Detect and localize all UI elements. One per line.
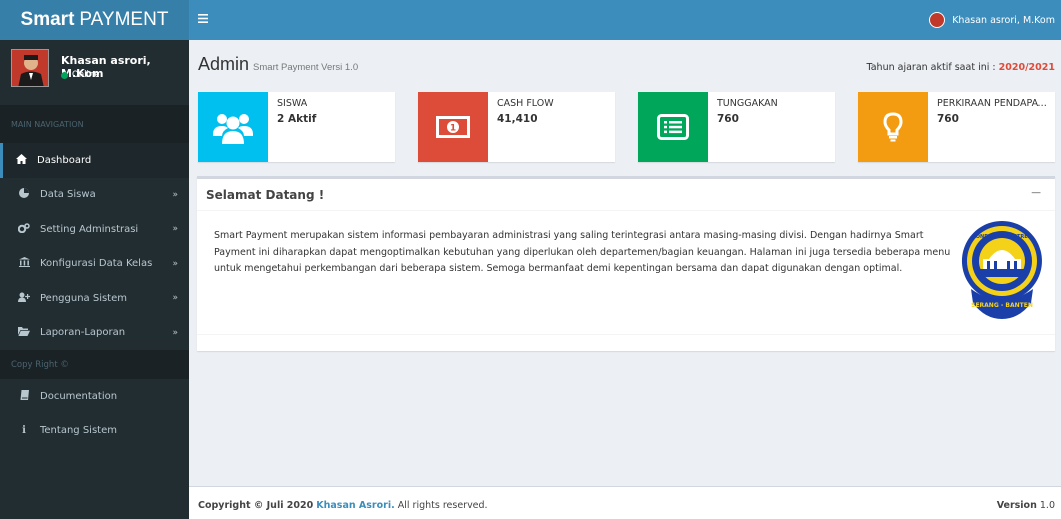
collapse-minus-icon[interactable]: −: [1030, 185, 1042, 201]
info-box-perkiraan-pendapatan: PERKIRAAN PENDAPATAN 760: [858, 92, 1055, 162]
chevron-down-icon: »: [172, 327, 178, 338]
chevron-down-icon: »: [172, 258, 178, 269]
sidebar-item-label: Tentang Sistem: [40, 425, 117, 437]
chevron-down-icon: »: [172, 293, 178, 304]
info-box-value: 760: [717, 113, 739, 125]
content-wrapper: Admin Smart Payment Versi 1.0 Tahun ajara…: [189, 40, 1061, 486]
welcome-box: Selamat Datang ! − Smart Payment merupak…: [197, 176, 1055, 351]
main-nav-header: MAIN NAVIGATION: [0, 105, 189, 143]
top-navbar: Khasan asrori, M.Kom: [189, 0, 1061, 40]
page-title: Admin Smart Payment Versi 1.0: [198, 54, 358, 75]
svg-text:1: 1: [450, 124, 456, 134]
footer-copyright: Copyright © Juli 2020 Khasan Asrori. All…: [198, 500, 488, 511]
info-box-value: 760: [937, 113, 959, 125]
page-subtitle: Smart Payment Versi 1.0: [253, 62, 359, 73]
sidebar-item-label: Konfigurasi Data Kelas: [40, 258, 153, 270]
hamburger-icon: [198, 14, 208, 23]
logo-rest: PAYMENT: [79, 9, 169, 30]
sidebar-toggle-button[interactable]: [198, 11, 208, 27]
footer-author-link[interactable]: Khasan Asrori.: [316, 500, 394, 511]
sidebar-item-label: Pengguna Sistem: [40, 292, 127, 304]
welcome-title: Selamat Datang !: [206, 188, 325, 202]
sidebar-item-label: Data Siswa: [40, 189, 96, 201]
footer-version-value: 1.0: [1039, 500, 1055, 511]
lightbulb-icon: [858, 92, 928, 162]
sidebar-item-konfigurasi-data-kelas[interactable]: Konfigurasi Data Kelas »: [0, 247, 189, 282]
footer-copyright-prefix: Copyright © Juli 2020: [198, 500, 314, 511]
sidebar-item-label: Laporan-Laporan: [40, 327, 126, 339]
user-avatar: [11, 49, 49, 87]
info-box-cash-flow: 1 CASH FLOW 41,410: [418, 92, 615, 162]
academic-year: Tahun ajaran aktif saat ini : 2020/2021: [867, 62, 1056, 73]
user-plus-icon: [17, 292, 31, 305]
bank-icon: [17, 257, 31, 270]
sidebar-item-laporan-laporan[interactable]: Laporan-Laporan »: [0, 316, 189, 351]
academic-year-value: 2020/2021: [998, 62, 1055, 73]
top-user-avatar: [929, 12, 946, 28]
divider: [197, 210, 1055, 211]
pesantren-seal-logo: PONDOK PESANTREN SERANG - BANTEN: [959, 219, 1045, 321]
svg-text:PONDOK PESANTREN: PONDOK PESANTREN: [972, 234, 1032, 240]
users-icon: [198, 92, 268, 162]
sidebar-item-documentation[interactable]: Documentation: [0, 379, 189, 414]
info-box-label: TUNGGAKAN: [717, 98, 778, 109]
sidebar-item-setting-adminstrasi[interactable]: Setting Adminstrasi »: [0, 212, 189, 247]
academic-year-label: Tahun ajaran aktif saat ini :: [866, 62, 996, 73]
money-icon: 1: [418, 92, 488, 162]
chevron-down-icon: »: [172, 189, 178, 200]
pie-chart-icon: [17, 188, 31, 201]
book-icon: [17, 389, 31, 403]
sidebar-item-label: Setting Adminstrasi: [40, 223, 139, 235]
info-icon: i: [22, 425, 26, 437]
sidebar-item-label: Dashboard: [37, 154, 92, 166]
copyright-header: Copy Right ©: [0, 350, 189, 379]
info-box-tunggakan: TUNGGAKAN 760: [638, 92, 835, 162]
info-box-label: SISWA: [277, 98, 308, 109]
footer-version: Version 1.0: [997, 500, 1055, 511]
list-icon: [638, 92, 708, 162]
sidebar-item-label: Documentation: [40, 390, 118, 402]
info-box-value: 41,410: [497, 113, 538, 125]
welcome-text: Smart Payment merupakan sistem informasi…: [214, 230, 951, 274]
sidebar-item-tentang-sistem[interactable]: i Tentang Sistem: [0, 414, 189, 449]
page-title-text: Admin: [198, 54, 250, 74]
folder-open-icon: [17, 326, 31, 339]
info-box-siswa: SISWA 2 Aktif: [198, 92, 395, 162]
online-dot-icon: [61, 71, 68, 79]
svg-text:SERANG - BANTEN: SERANG - BANTEN: [971, 302, 1033, 309]
footer: Copyright © Juli 2020 Khasan Asrori. All…: [189, 486, 1061, 519]
chevron-down-icon: »: [172, 224, 178, 235]
top-user-name: Khasan asrori, M.Kom: [952, 14, 1055, 26]
top-user-menu[interactable]: Khasan asrori, M.Kom: [929, 12, 1055, 28]
sidebar-item-data-siswa[interactable]: Data Siswa »: [0, 178, 189, 213]
sidebar: Smart PAYMENT Khasan asrori, M.Kom Onlin…: [0, 0, 189, 519]
sidebar-item-pengguna-sistem[interactable]: Pengguna Sistem »: [0, 281, 189, 316]
sidebar-item-dashboard[interactable]: Dashboard: [0, 143, 189, 178]
info-box-label: PERKIRAAN PENDAPATAN: [937, 98, 1050, 109]
divider: [197, 334, 1055, 335]
user-status-text: Online: [72, 70, 100, 80]
dashboard-icon: [14, 153, 28, 167]
info-box-label: CASH FLOW: [497, 98, 554, 109]
logo-bold: Smart: [20, 9, 75, 30]
app-logo[interactable]: Smart PAYMENT: [0, 0, 189, 40]
info-box-value: 2 Aktif: [277, 113, 317, 125]
cogs-icon: [17, 223, 31, 236]
user-status: Online: [61, 70, 99, 80]
footer-version-label: Version: [996, 500, 1037, 511]
footer-copyright-suffix: All rights reserved.: [397, 500, 488, 511]
user-panel: Khasan asrori, M.Kom Online: [0, 40, 189, 105]
